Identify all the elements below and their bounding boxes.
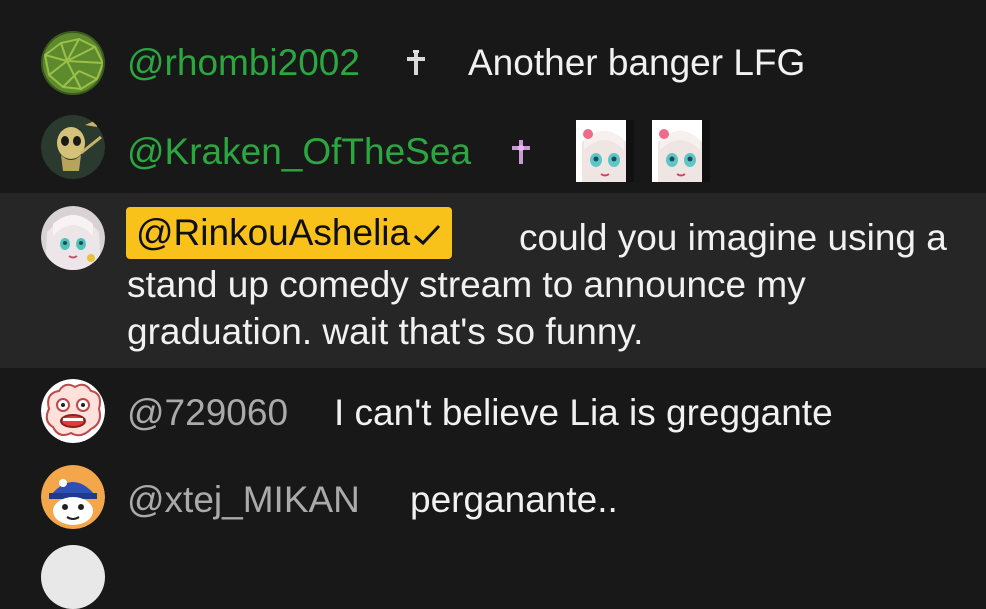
- anime-girl-emote-icon: [576, 120, 634, 182]
- anime-girl-emote-icon: [652, 120, 710, 182]
- member-cross-badge-icon: [510, 138, 532, 166]
- chat-message: @RinkouAshelia could you imagine using a…: [0, 193, 986, 368]
- avatar[interactable]: [41, 465, 105, 529]
- avatar[interactable]: [41, 31, 105, 95]
- avatar[interactable]: [41, 206, 105, 270]
- author-name[interactable]: @xtej_MIKAN: [127, 478, 360, 522]
- author-name[interactable]: @rhombi2002: [127, 41, 360, 85]
- member-cross-badge-icon: [405, 49, 427, 77]
- chat-message: @rhombi2002 Another banger LFG: [0, 0, 986, 110]
- chat-message: @729060 I can't believe Lia is greggante: [0, 368, 986, 455]
- author-name[interactable]: @Kraken_OfTheSea: [127, 130, 471, 174]
- live-chat-list: @rhombi2002 Another banger LFG @Kraken_O…: [0, 0, 986, 609]
- avatar[interactable]: [41, 115, 105, 179]
- avatar[interactable]: [41, 545, 105, 609]
- chat-message: @xtej_MIKAN perganante..: [0, 455, 986, 545]
- avatar[interactable]: [41, 379, 105, 443]
- message-text: could you imagine using a stand up comed…: [127, 217, 947, 352]
- message-text: perganante..: [410, 479, 618, 520]
- message-text: I can't believe Lia is greggante: [334, 392, 833, 433]
- message-text: Another banger LFG: [468, 42, 806, 83]
- chat-message: @Kraken_OfTheSea: [0, 110, 986, 193]
- author-name[interactable]: @729060: [127, 391, 288, 435]
